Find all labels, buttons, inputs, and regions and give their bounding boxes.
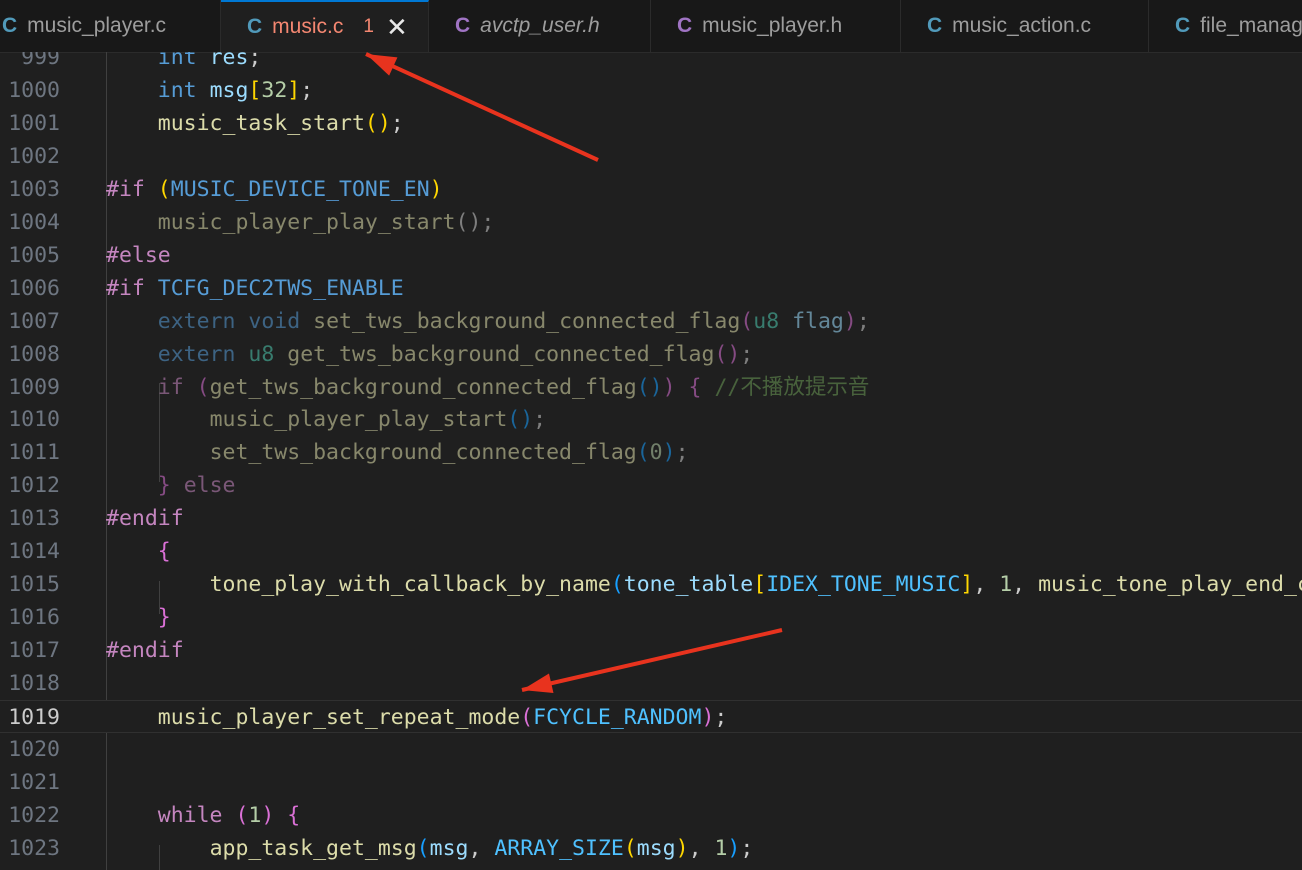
code-text: #if TCFG_DEC2TWS_ENABLE — [106, 275, 404, 301]
c-file-icon: C — [927, 14, 943, 37]
tab-music-action-c[interactable]: Cmusic_action.c — [901, 0, 1149, 52]
code-text: int res; — [157, 52, 262, 70]
code-line[interactable]: 1000 int msg[32]; — [0, 74, 1302, 107]
line-number: 1003 — [8, 176, 60, 202]
c-file-icon: C — [455, 14, 471, 37]
code-text: #endif — [106, 638, 184, 664]
tab-music-c[interactable]: Cmusic.c 1 ✕ — [221, 0, 429, 52]
code-line[interactable]: 1004 music_player_play_start(); — [0, 206, 1302, 239]
code-line[interactable]: 1013 #endif — [0, 502, 1302, 535]
code-text: music_player_play_start(); — [157, 209, 495, 235]
code-text: #else — [106, 242, 171, 268]
code-line[interactable]: 1006 #if TCFG_DEC2TWS_ENABLE — [0, 272, 1302, 305]
code-text: tone_play_with_callback_by_name(tone_tab… — [209, 572, 1302, 598]
code-text: { — [157, 539, 171, 565]
line-number: 1020 — [8, 736, 60, 762]
code-line[interactable]: 1014 { — [0, 535, 1302, 568]
line-number: 1019 — [8, 705, 60, 730]
code-text: if (get_tws_background_connected_flag())… — [157, 374, 870, 400]
code-line[interactable]: 1010 music_player_play_start(); — [0, 403, 1302, 436]
line-number: 1023 — [8, 835, 60, 861]
code-text: while (1) { — [157, 802, 301, 828]
line-number: 1012 — [8, 473, 60, 499]
code-text: #if (MUSIC_DEVICE_TONE_EN) — [106, 176, 443, 202]
code-line[interactable]: 1008 extern u8 get_tws_background_connec… — [0, 338, 1302, 371]
tab-music-player-c[interactable]: Cmusic_player.c — [0, 0, 221, 52]
tab-label: music_action.c — [952, 14, 1092, 37]
close-tab-icon[interactable]: ✕ — [386, 14, 408, 40]
code-line[interactable]: 1023 app_task_get_msg(msg, ARRAY_SIZE(ms… — [0, 832, 1302, 865]
line-number: 1014 — [8, 539, 60, 565]
editor-tab-bar: Cmusic_player.c Cmusic.c 1 ✕ Cavctp_user.h Cm… — [0, 0, 1302, 53]
line-number: 1004 — [8, 209, 60, 235]
line-number: 1021 — [8, 769, 60, 795]
code-line[interactable]: 999 int res; — [0, 52, 1302, 74]
code-line[interactable]: 1005 #else — [0, 239, 1302, 272]
line-number: 1005 — [8, 242, 60, 268]
line-number: 1022 — [8, 802, 60, 828]
problem-count-badge: 1 — [363, 16, 374, 37]
code-line[interactable]: 1021 — [0, 766, 1302, 799]
line-number: 1002 — [8, 143, 60, 169]
c-file-icon: C — [2, 14, 18, 37]
code-text: music_task_start(); — [157, 110, 404, 136]
code-editor[interactable]: 999 int res; 1000 int msg[32]; 1001 music_… — [0, 52, 1302, 870]
code-text: set_tws_background_connected_flag(0); — [209, 440, 689, 466]
line-number: 1013 — [8, 506, 60, 532]
line-number: 1006 — [8, 275, 60, 301]
line-number: 999 — [21, 52, 60, 70]
code-text: app_task_get_msg(msg, ARRAY_SIZE(msg), 1… — [209, 835, 754, 861]
code-text: } else — [157, 473, 236, 499]
tab-music-player-h[interactable]: Cmusic_player.h — [651, 0, 901, 52]
code-line[interactable]: 1012 } else — [0, 469, 1302, 502]
tab-label: music_player.h — [702, 14, 843, 37]
code-line[interactable]: 1020 — [0, 733, 1302, 766]
code-line[interactable]: 1003 #if (MUSIC_DEVICE_TONE_EN) — [0, 173, 1302, 206]
code-line[interactable]: 1016 } — [0, 601, 1302, 634]
code-line[interactable]: 1002 — [0, 140, 1302, 173]
c-file-icon: C — [247, 15, 263, 38]
code-line[interactable]: 1007 extern void set_tws_background_conn… — [0, 305, 1302, 338]
tab-label: avctp_user.h — [480, 14, 600, 37]
tab-file-manag[interactable]: Cfile_manag — [1149, 0, 1302, 52]
line-number: 1017 — [8, 638, 60, 664]
line-number: 1009 — [8, 374, 60, 400]
tab-label: file_manag — [1200, 14, 1302, 37]
line-number: 1016 — [8, 605, 60, 631]
c-file-icon: C — [677, 14, 693, 37]
code-line[interactable]: 1015 tone_play_with_callback_by_name(ton… — [0, 568, 1302, 601]
code-text: } — [157, 605, 171, 631]
code-line[interactable]: 1022 while (1) { — [0, 799, 1302, 832]
tab-avctp-user-h[interactable]: Cavctp_user.h — [429, 0, 651, 52]
line-number: 1000 — [8, 77, 60, 103]
code-line[interactable]: 1009 if (get_tws_background_connected_fl… — [0, 371, 1302, 404]
line-number: 1007 — [8, 308, 60, 334]
code-text: #endif — [106, 506, 184, 532]
line-number: 1008 — [8, 341, 60, 367]
tab-label: music_player.c — [27, 14, 167, 37]
line-number: 1010 — [8, 407, 60, 433]
line-number: 1001 — [8, 110, 60, 136]
line-number: 1015 — [8, 572, 60, 598]
code-text: int msg[32]; — [157, 77, 314, 103]
code-line[interactable]: 1001 music_task_start(); — [0, 107, 1302, 140]
line-number: 1011 — [8, 440, 60, 466]
code-text: extern void set_tws_background_connected… — [157, 308, 870, 334]
code-line[interactable]: 1017 #endif — [0, 634, 1302, 667]
line-number: 1018 — [8, 671, 60, 697]
code-text: music_player_play_start(); — [209, 407, 547, 433]
code-line[interactable]: 1011 set_tws_background_connected_flag(0… — [0, 436, 1302, 469]
c-file-icon: C — [1175, 14, 1191, 37]
code-line[interactable]: 1019 music_player_set_repeat_mode(FCYCLE… — [0, 700, 1302, 733]
code-line[interactable]: 1018 — [0, 667, 1302, 700]
code-text: music_player_set_repeat_mode(FCYCLE_RAND… — [157, 705, 728, 730]
tab-label: music.c — [272, 15, 344, 38]
code-text: extern u8 get_tws_background_connected_f… — [157, 341, 754, 367]
